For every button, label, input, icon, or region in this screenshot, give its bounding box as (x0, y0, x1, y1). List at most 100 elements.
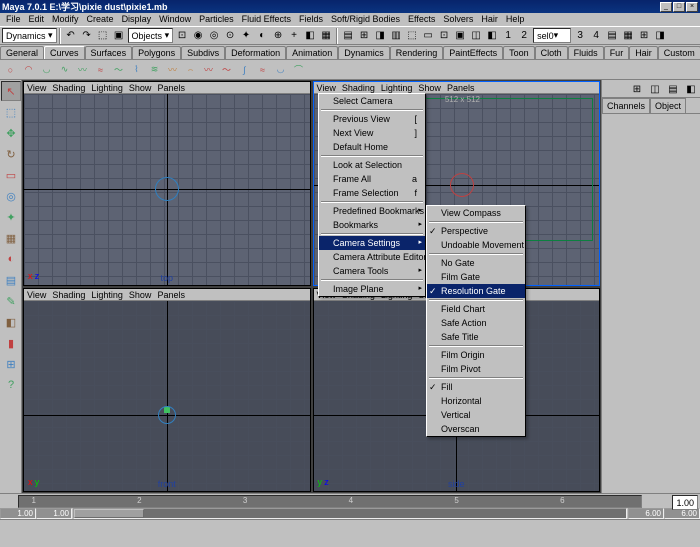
mask-dropdown[interactable]: Objects ▾ (128, 28, 174, 43)
toolbar-button[interactable]: ▦ (318, 28, 334, 44)
shelf-tab-dynamics[interactable]: Dynamics (338, 46, 390, 59)
toolbar-button[interactable]: ⊙ (222, 28, 238, 44)
vp-menu-show[interactable]: Show (418, 83, 441, 92)
menu-item[interactable]: Camera Settings▸ (319, 236, 425, 250)
shelf-tab-general[interactable]: General (0, 46, 44, 59)
toolbar-button[interactable]: 2 (516, 28, 532, 44)
menu-particles[interactable]: Particles (195, 14, 238, 25)
tool-button[interactable]: ◐ (1, 249, 21, 269)
close-button[interactable]: × (686, 2, 698, 12)
vp-menu-show[interactable]: Show (129, 290, 152, 299)
menu-item[interactable]: Film Gate (427, 270, 525, 284)
vp-menu-view[interactable]: View (27, 83, 46, 92)
shelf-icon[interactable]: ◡ (272, 61, 289, 78)
toolbar-button[interactable]: ⊞ (636, 28, 652, 44)
toolbar-button[interactable]: ▥ (388, 28, 404, 44)
menu-item[interactable]: Overscan (427, 422, 525, 436)
vp-menu-panels[interactable]: Panels (157, 290, 185, 299)
toolbar-button[interactable]: ◫ (468, 28, 484, 44)
channels-tab[interactable]: Channels (602, 98, 650, 113)
viewport-bottom-left[interactable]: ViewShadingLightingShowPanels x y front (23, 288, 311, 493)
toolbar-button[interactable]: ▤ (604, 28, 620, 44)
menu-solvers[interactable]: Solvers (439, 14, 477, 25)
toolbar-button[interactable]: ⊡ (174, 28, 190, 44)
menu-item[interactable]: Camera Attribute Editor... (319, 250, 425, 264)
toolbar-button[interactable]: ◧ (302, 28, 318, 44)
shelf-tab-toon[interactable]: Toon (503, 46, 535, 59)
menu-item[interactable]: No Gate (427, 256, 525, 270)
menu-file[interactable]: File (2, 14, 25, 25)
menu-help[interactable]: Help (502, 14, 529, 25)
shelf-tab-deformation[interactable]: Deformation (225, 46, 286, 59)
toolbar-button[interactable]: ◉ (190, 28, 206, 44)
vp-menu-view[interactable]: View (27, 290, 46, 299)
range-start-field[interactable] (0, 508, 36, 519)
shelf-icon[interactable]: 〰 (164, 61, 181, 78)
shelf-icon[interactable]: ⌢ (182, 61, 199, 78)
toolbar-button[interactable]: ⊞ (356, 28, 372, 44)
tool-button[interactable]: ▭ (1, 165, 21, 185)
vp-menu-panels[interactable]: Panels (447, 83, 475, 92)
menu-item[interactable]: Safe Title (427, 330, 525, 344)
menu-item[interactable]: Camera Tools▸ (319, 264, 425, 278)
vp-menu-shading[interactable]: Shading (342, 83, 375, 92)
menu-item[interactable]: Select Camera (319, 94, 425, 108)
vp-menu-lighting[interactable]: Lighting (91, 290, 123, 299)
panel-icon[interactable]: ◫ (647, 81, 663, 97)
shelf-icon[interactable]: ⌇ (128, 61, 145, 78)
menu-item[interactable]: Predefined Bookmarks▸ (319, 204, 425, 218)
vp-menu-view[interactable]: View (317, 83, 336, 92)
vp-menu-panels[interactable]: Panels (157, 83, 185, 92)
shelf-tab-curves[interactable]: Curves (44, 46, 85, 59)
menu-item[interactable]: Frame Selectionf (319, 186, 425, 200)
range-track[interactable] (73, 508, 627, 519)
toolbar-button[interactable]: ▭ (420, 28, 436, 44)
shelf-tab-polygons[interactable]: Polygons (132, 46, 181, 59)
menu-fluid effects[interactable]: Fluid Effects (238, 14, 295, 25)
menu-edit[interactable]: Edit (25, 14, 49, 25)
tool-button[interactable]: ✥ (1, 123, 21, 143)
toolbar-button[interactable]: ▤ (340, 28, 356, 44)
menu-display[interactable]: Display (118, 14, 156, 25)
tool-button[interactable]: ↻ (1, 144, 21, 164)
toolbar-button[interactable]: ◐ (254, 28, 270, 44)
shelf-tab-surfaces[interactable]: Surfaces (85, 46, 133, 59)
range-thumb[interactable] (74, 509, 144, 518)
shelf-icon[interactable]: ≋ (146, 61, 163, 78)
shelf-tab-fur[interactable]: Fur (604, 46, 630, 59)
tool-button[interactable]: ✎ (1, 291, 21, 311)
tool-button[interactable]: ▤ (1, 270, 21, 290)
shelf-icon[interactable]: ⌒ (290, 61, 307, 78)
tool-button[interactable]: ⊞ (1, 354, 21, 374)
toolbar-button[interactable]: ⊡ (436, 28, 452, 44)
menu-modify[interactable]: Modify (48, 14, 83, 25)
toolbar-button[interactable]: ◨ (652, 28, 668, 44)
vp-menu-lighting[interactable]: Lighting (91, 83, 123, 92)
menu-effects[interactable]: Effects (404, 14, 439, 25)
toolbar-button[interactable]: + (286, 28, 302, 44)
viewport-top-left[interactable]: ViewShadingLightingShowPanels x z top (23, 81, 311, 286)
menu-item[interactable]: Look at Selection (319, 158, 425, 172)
menu-soft/rigid bodies[interactable]: Soft/Rigid Bodies (327, 14, 404, 25)
menu-item[interactable]: Undoable Movement (427, 238, 525, 252)
menu-item[interactable]: Safe Action (427, 316, 525, 330)
tool-button[interactable]: ? (1, 375, 21, 395)
toolbar-button[interactable]: ◨ (372, 28, 388, 44)
menu-item[interactable]: Bookmarks▸ (319, 218, 425, 232)
menu-hair[interactable]: Hair (477, 14, 502, 25)
toolbar-button[interactable]: ✦ (238, 28, 254, 44)
shelf-icon[interactable]: ◡ (38, 61, 55, 78)
shelf-icon[interactable]: ∿ (56, 61, 73, 78)
menu-item[interactable]: Default Home (319, 140, 425, 154)
panel-icon[interactable]: ⊞ (629, 81, 645, 97)
object-tab[interactable]: Object (650, 98, 686, 113)
menu-item[interactable]: Next View] (319, 126, 425, 140)
shelf-tab-animation[interactable]: Animation (286, 46, 338, 59)
shelf-icon[interactable]: 〜 (218, 61, 235, 78)
vp-menu-shading[interactable]: Shading (52, 83, 85, 92)
menu-item[interactable]: Perspective✓ (427, 224, 525, 238)
menu-item[interactable]: View Compass (427, 206, 525, 220)
menu-item[interactable]: Resolution Gate✓ (427, 284, 525, 298)
menu-item[interactable]: Vertical (427, 408, 525, 422)
toolbar-button[interactable]: ⬚ (404, 28, 420, 44)
